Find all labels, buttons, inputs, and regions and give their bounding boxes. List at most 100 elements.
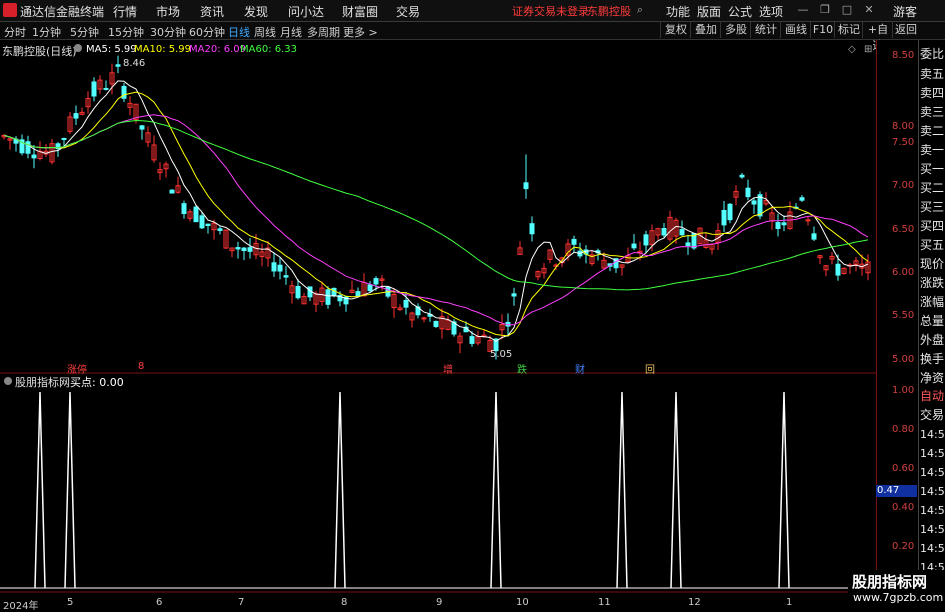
candle-body xyxy=(283,275,289,278)
side-item[interactable]: 外盘 xyxy=(918,330,945,351)
menu-layout[interactable]: 版面 xyxy=(697,3,721,20)
price-tick: 7.50 xyxy=(892,137,915,148)
add-watchlist-button[interactable]: +自选 xyxy=(862,22,893,52)
minimize-icon[interactable]: — xyxy=(796,3,810,17)
low-price-label: 5.05 xyxy=(490,349,513,360)
tick-time: 14:56 xyxy=(920,504,945,517)
expand-icon[interactable]: ⊞ xyxy=(864,44,872,55)
menu-function[interactable]: 功能 xyxy=(666,3,690,20)
guest-user[interactable]: 游客 xyxy=(893,3,917,20)
side-item[interactable]: 买三 xyxy=(918,197,945,218)
chart-canvas[interactable] xyxy=(0,40,876,607)
overlay-button[interactable]: 叠加 xyxy=(690,22,721,38)
period-tab-15min[interactable]: 15分钟 xyxy=(108,24,144,40)
candle-body xyxy=(199,215,205,229)
ma60-label: MA60: 6.33 xyxy=(240,44,298,55)
settings-dot-icon[interactable] xyxy=(74,44,82,52)
side-item[interactable]: 买一 xyxy=(918,159,945,180)
period-tab-1min[interactable]: 1分钟 xyxy=(32,24,61,40)
period-tab-30min[interactable]: 30分钟 xyxy=(150,24,186,40)
period-tab-tick[interactable]: 分时 xyxy=(4,24,26,40)
side-item[interactable]: 卖一 xyxy=(918,140,945,161)
menu-options[interactable]: 选项 xyxy=(759,3,783,20)
menu-trade[interactable]: 交易 xyxy=(396,3,420,20)
side-item[interactable]: 委比 xyxy=(918,44,945,65)
candle-body xyxy=(61,138,67,141)
indicator-settings-icon[interactable] xyxy=(4,377,12,385)
trade-item[interactable]: 交易 xyxy=(918,405,945,426)
buy-signal-spike xyxy=(490,391,502,589)
period-tab-5min[interactable]: 5分钟 xyxy=(70,24,99,40)
period-tab-multi[interactable]: 多周期 xyxy=(307,24,340,40)
side-item[interactable]: 换手 xyxy=(918,349,945,370)
statistics-button[interactable]: 统计 xyxy=(750,22,781,38)
candle-body xyxy=(241,247,247,251)
side-item[interactable]: 总量 xyxy=(918,311,945,332)
ma20-line xyxy=(3,114,869,326)
period-tab-daily[interactable]: 日线 xyxy=(228,24,250,40)
period-tab-60min[interactable]: 60分钟 xyxy=(189,24,225,40)
ma10-label: MA10: 5.99 xyxy=(134,44,192,55)
f10-button[interactable]: F10 xyxy=(810,22,835,38)
menu-discover[interactable]: 发现 xyxy=(244,3,268,20)
candle-body xyxy=(331,287,337,297)
close-icon[interactable]: ✕ xyxy=(862,3,876,17)
candle-body xyxy=(745,187,751,198)
period-tab-weekly[interactable]: 周线 xyxy=(254,24,276,40)
candle-body xyxy=(727,203,733,221)
high-price-label: 8.46 xyxy=(123,58,146,69)
menu-wealth[interactable]: 财富圈 xyxy=(342,3,378,20)
draw-line-button[interactable]: 画线 xyxy=(780,22,811,38)
adjust-button[interactable]: 复权 xyxy=(660,22,691,38)
side-item[interactable]: 买五 xyxy=(918,235,945,256)
candle-body xyxy=(103,87,109,90)
side-item[interactable]: 卖四 xyxy=(918,83,945,104)
period-tab-monthly[interactable]: 月线 xyxy=(280,24,302,40)
diamond-icon[interactable]: ◇ xyxy=(848,44,856,55)
back-button[interactable]: 返回 xyxy=(892,22,919,38)
menu-news[interactable]: 资讯 xyxy=(200,3,224,20)
app-logo-icon xyxy=(3,3,17,17)
time-tick: 1 xyxy=(786,597,793,608)
side-item[interactable]: 买二 xyxy=(918,178,945,199)
event-increase[interactable]: 增 xyxy=(443,361,453,376)
tick-time: 14:56 xyxy=(920,523,945,536)
menu-ask[interactable]: 问小达 xyxy=(288,3,324,20)
candle-body xyxy=(631,243,637,249)
event-finance[interactable]: 财 xyxy=(575,361,585,376)
event-fall[interactable]: 跌 xyxy=(517,361,527,376)
multi-stock-button[interactable]: 多股 xyxy=(720,22,751,38)
menu-formula[interactable]: 公式 xyxy=(728,3,752,20)
maximize-icon[interactable]: □ xyxy=(840,3,854,17)
auto-trade-item[interactable]: 自动 xyxy=(918,386,945,407)
candle-body xyxy=(751,200,757,205)
side-item[interactable]: 涨幅 xyxy=(918,292,945,313)
candle-body xyxy=(685,242,691,247)
side-item[interactable]: 涨跌 xyxy=(918,273,945,294)
candle-body xyxy=(271,262,277,272)
watermark-title: 股朋指标网 xyxy=(852,573,928,591)
candle-body xyxy=(73,113,79,119)
candle-body xyxy=(31,154,37,159)
indicator-cursor-value: 0.47 xyxy=(876,485,917,497)
side-item[interactable]: 卖二 xyxy=(918,121,945,142)
event-mark-8[interactable]: 8 xyxy=(138,361,144,372)
period-tab-more[interactable]: 更多 > xyxy=(343,24,378,40)
side-item[interactable]: 现价 xyxy=(918,254,945,275)
side-item[interactable]: 卖五 xyxy=(918,64,945,85)
candle-body xyxy=(757,194,763,217)
menu-quotes[interactable]: 行情 xyxy=(113,3,137,20)
time-tick: 12 xyxy=(688,597,701,608)
restore-icon[interactable]: ❐ xyxy=(818,3,832,17)
candle-body xyxy=(115,64,121,67)
buy-signal-spike xyxy=(670,391,682,589)
side-item[interactable]: 买四 xyxy=(918,216,945,237)
event-return[interactable]: 回 xyxy=(645,361,655,376)
mark-button[interactable]: 标记 xyxy=(834,22,863,38)
side-item[interactable]: 卖三 xyxy=(918,102,945,123)
trade-login-notice[interactable]: 证券交易未登录 xyxy=(512,3,589,19)
menu-market[interactable]: 市场 xyxy=(156,3,180,20)
candle-body xyxy=(679,229,685,236)
search-icon[interactable]: ⌕ xyxy=(633,3,647,17)
candle-body xyxy=(661,227,667,236)
